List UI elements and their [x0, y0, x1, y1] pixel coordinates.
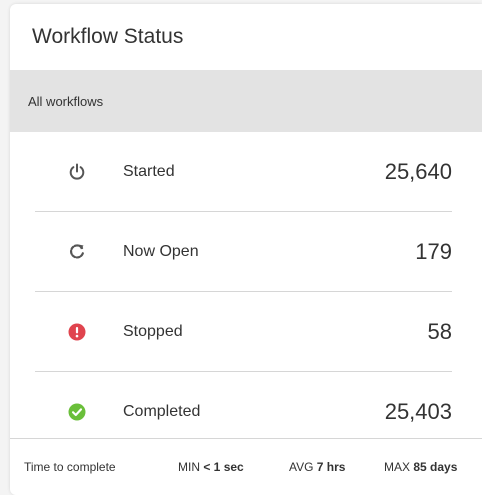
time-to-complete-label: Time to complete: [24, 460, 116, 474]
status-label: Stopped: [123, 322, 183, 340]
workflow-status-card: Workflow Status All workflows Started 25…: [10, 4, 482, 495]
max-label: MAX: [384, 460, 411, 474]
min-value: < 1 sec: [203, 460, 244, 474]
status-row-stopped[interactable]: Stopped 58: [35, 292, 452, 372]
time-to-complete-bar: Time to complete MIN < 1 sec AVG 7 hrs M…: [10, 438, 482, 495]
exclamation-circle-icon: [67, 322, 87, 342]
status-count: 179: [415, 238, 452, 264]
status-count: 58: [427, 318, 452, 344]
check-circle-icon: [67, 402, 87, 422]
min-label: MIN: [178, 460, 200, 474]
status-row-now-open[interactable]: Now Open 179: [35, 212, 452, 292]
avg-time: AVG 7 hrs: [289, 460, 345, 474]
power-icon: [67, 162, 87, 182]
status-count: 25,403: [384, 398, 452, 424]
status-label: Completed: [123, 402, 201, 420]
avg-label: AVG: [289, 460, 314, 474]
max-time: MAX 85 days: [384, 460, 457, 474]
max-value: 85 days: [413, 460, 458, 474]
status-label: Now Open: [123, 242, 199, 260]
refresh-icon: [67, 242, 87, 262]
avg-value: 7 hrs: [316, 460, 346, 474]
min-time: MIN < 1 sec: [178, 460, 244, 474]
workflow-filter-label: All workflows: [28, 93, 104, 109]
workflow-filter[interactable]: All workflows: [10, 70, 482, 132]
status-count: 25,640: [384, 158, 452, 184]
card-title: Workflow Status: [32, 25, 184, 48]
status-label: Started: [123, 162, 175, 180]
status-row-started[interactable]: Started 25,640: [35, 132, 452, 212]
